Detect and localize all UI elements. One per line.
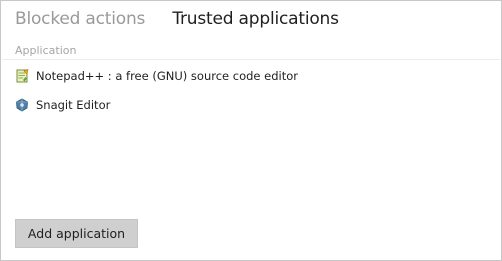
- header-divider: [2, 59, 500, 60]
- tab-bar: Blocked actions Trusted applications: [15, 8, 339, 32]
- list-item[interactable]: Snagit Editor: [15, 95, 485, 115]
- application-column-header: Application: [15, 44, 77, 57]
- trusted-applications-panel: Blocked actions Trusted applications App…: [0, 0, 502, 261]
- tab-blocked-actions[interactable]: Blocked actions: [15, 8, 145, 30]
- list-item[interactable]: Notepad++ : a free (GNU) source code edi…: [15, 66, 485, 86]
- snagit-editor-icon: [15, 98, 29, 112]
- notepad-plus-plus-icon: [15, 69, 29, 83]
- trusted-applications-list: Notepad++ : a free (GNU) source code edi…: [15, 66, 485, 124]
- application-name: Snagit Editor: [36, 98, 111, 112]
- application-name: Notepad++ : a free (GNU) source code edi…: [36, 69, 298, 83]
- tab-trusted-applications[interactable]: Trusted applications: [172, 8, 339, 30]
- add-application-button[interactable]: Add application: [15, 219, 138, 248]
